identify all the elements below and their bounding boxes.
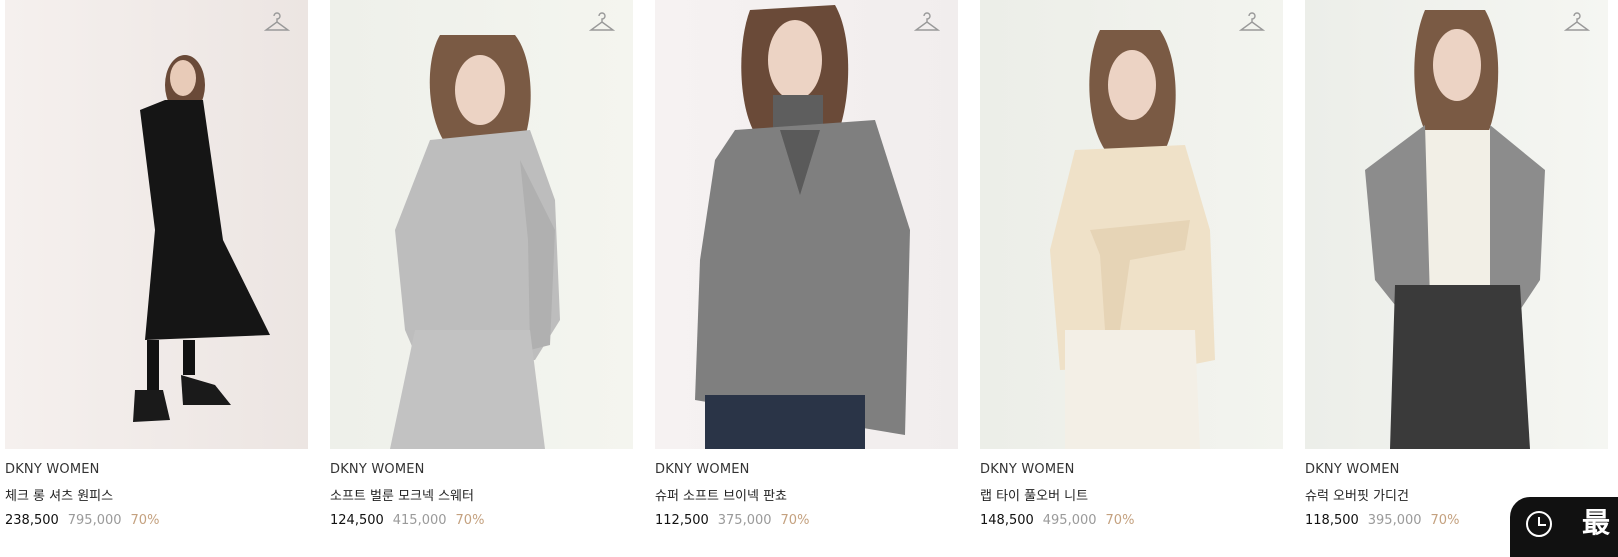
hanger-icon[interactable] <box>913 10 941 34</box>
discount-rate: 70% <box>1430 513 1460 528</box>
product-brand: DKNY WOMEN <box>330 462 425 477</box>
price-row: 238,500 795,000 70% <box>5 513 308 528</box>
product-brand: DKNY WOMEN <box>5 462 100 477</box>
original-price: 495,000 <box>1042 513 1097 528</box>
discount-rate: 70% <box>780 513 810 528</box>
product-card[interactable]: DKNY WOMEN 체크 롱 셔츠 원피스 238,500 795,000 7… <box>5 0 308 528</box>
discount-rate: 70% <box>1105 513 1135 528</box>
sale-price: 124,500 <box>330 513 384 528</box>
price-row: 112,500 375,000 70% <box>655 513 958 528</box>
sale-price: 112,500 <box>655 513 709 528</box>
product-brand: DKNY WOMEN <box>655 462 750 477</box>
original-price: 415,000 <box>392 513 447 528</box>
original-price: 375,000 <box>717 513 772 528</box>
product-image[interactable] <box>1305 0 1608 449</box>
product-image[interactable] <box>330 0 633 449</box>
clock-icon <box>1526 511 1552 537</box>
discount-rate: 70% <box>455 513 485 528</box>
product-name[interactable]: 슈퍼 소프트 브이넥 판쵸 <box>655 485 958 504</box>
hanger-icon[interactable] <box>1563 10 1591 34</box>
hanger-icon[interactable] <box>1238 10 1266 34</box>
discount-rate: 70% <box>130 513 160 528</box>
product-image[interactable] <box>5 0 308 449</box>
sale-price: 238,500 <box>5 513 59 528</box>
original-price: 795,000 <box>67 513 122 528</box>
product-name[interactable]: 랩 타이 풀오버 니트 <box>980 485 1283 504</box>
product-name[interactable]: 체크 롱 셔츠 원피스 <box>5 485 308 504</box>
original-price: 395,000 <box>1367 513 1422 528</box>
sale-price: 118,500 <box>1305 513 1359 528</box>
sale-price: 148,500 <box>980 513 1034 528</box>
hanger-icon[interactable] <box>588 10 616 34</box>
product-brand: DKNY WOMEN <box>1305 462 1400 477</box>
product-card[interactable]: DKNY WOMEN 랩 타이 풀오버 니트 148,500 495,000 7… <box>980 0 1283 528</box>
floating-recent-button[interactable]: 最 <box>1510 497 1618 557</box>
product-name[interactable]: 소프트 벌룬 모크넥 스웨터 <box>330 485 633 504</box>
price-row: 148,500 495,000 70% <box>980 513 1283 528</box>
hanger-icon[interactable] <box>263 10 291 34</box>
floating-text: 最 <box>1582 506 1611 539</box>
product-grid: DKNY WOMEN 체크 롱 셔츠 원피스 238,500 795,000 7… <box>5 0 1608 528</box>
product-image[interactable] <box>980 0 1283 449</box>
product-card[interactable]: DKNY WOMEN 슈럭 오버핏 가디건 118,500 395,000 70… <box>1305 0 1608 528</box>
product-image[interactable] <box>655 0 958 449</box>
product-card[interactable]: DKNY WOMEN 소프트 벌룬 모크넥 스웨터 124,500 415,00… <box>330 0 633 528</box>
price-row: 124,500 415,000 70% <box>330 513 633 528</box>
product-card[interactable]: DKNY WOMEN 슈퍼 소프트 브이넥 판쵸 112,500 375,000… <box>655 0 958 528</box>
product-brand: DKNY WOMEN <box>980 462 1075 477</box>
